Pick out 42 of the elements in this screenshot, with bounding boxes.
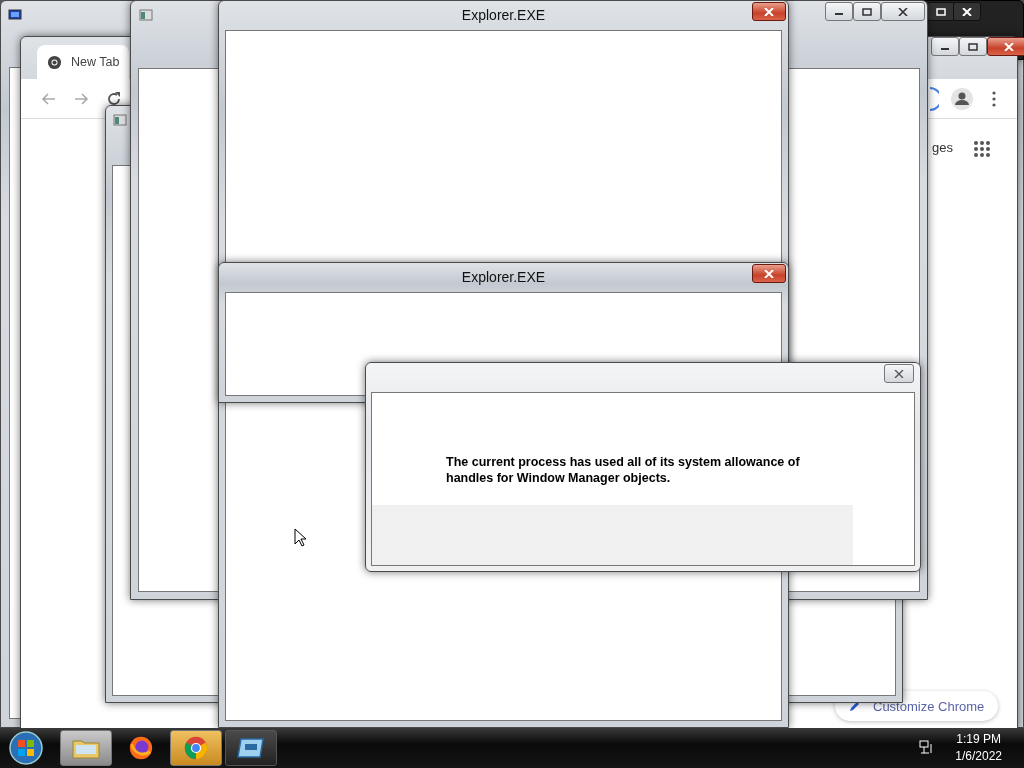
maximize-icon (862, 7, 872, 16)
window-app-icon (237, 735, 265, 761)
profile-icon[interactable] (950, 87, 974, 111)
window-title: Explorer.EXE (460, 269, 547, 285)
close-button[interactable] (752, 264, 786, 283)
menu-icon[interactable] (992, 91, 996, 107)
close-icon (898, 7, 908, 16)
minimize-button[interactable] (931, 37, 959, 56)
clock-date: 1/6/2022 (955, 748, 1002, 765)
maximize-icon (936, 7, 946, 16)
reload-icon[interactable] (106, 91, 122, 107)
start-button[interactable] (8, 730, 44, 766)
close-icon (962, 7, 972, 16)
firefox-icon (127, 735, 155, 761)
close-button[interactable] (953, 2, 981, 21)
window-icon (113, 114, 127, 126)
close-button[interactable] (752, 2, 786, 21)
shortcut-label[interactable]: ges (932, 140, 953, 155)
close-button[interactable] (987, 37, 1024, 56)
window-title: Explorer.EXE (460, 7, 547, 23)
address-bar-edge (929, 87, 939, 111)
chrome-icon (182, 735, 210, 761)
minimize-button[interactable] (825, 2, 853, 21)
apps-grid-icon[interactable] (973, 140, 991, 158)
maximize-button[interactable] (853, 2, 881, 21)
close-icon (764, 269, 774, 278)
maximize-button[interactable] (959, 37, 987, 56)
browser-tab[interactable]: New Tab (37, 45, 129, 79)
clock[interactable]: 1:19 PM 1/6/2022 (955, 731, 1002, 765)
taskbar-button[interactable] (225, 730, 277, 766)
monitor-icon (8, 9, 22, 21)
clock-time: 1:19 PM (956, 731, 1001, 748)
pencil-icon (849, 700, 861, 712)
chrome-icon (47, 54, 62, 70)
close-button[interactable] (884, 364, 914, 383)
close-icon (894, 369, 904, 378)
maximize-icon (968, 42, 978, 51)
cursor-icon (294, 528, 306, 547)
close-icon (764, 7, 774, 16)
close-icon (1004, 42, 1014, 51)
window-icon (139, 9, 153, 21)
error-message: The current process has used all of its system allowance of handles for Window Manager objects. (446, 454, 801, 486)
